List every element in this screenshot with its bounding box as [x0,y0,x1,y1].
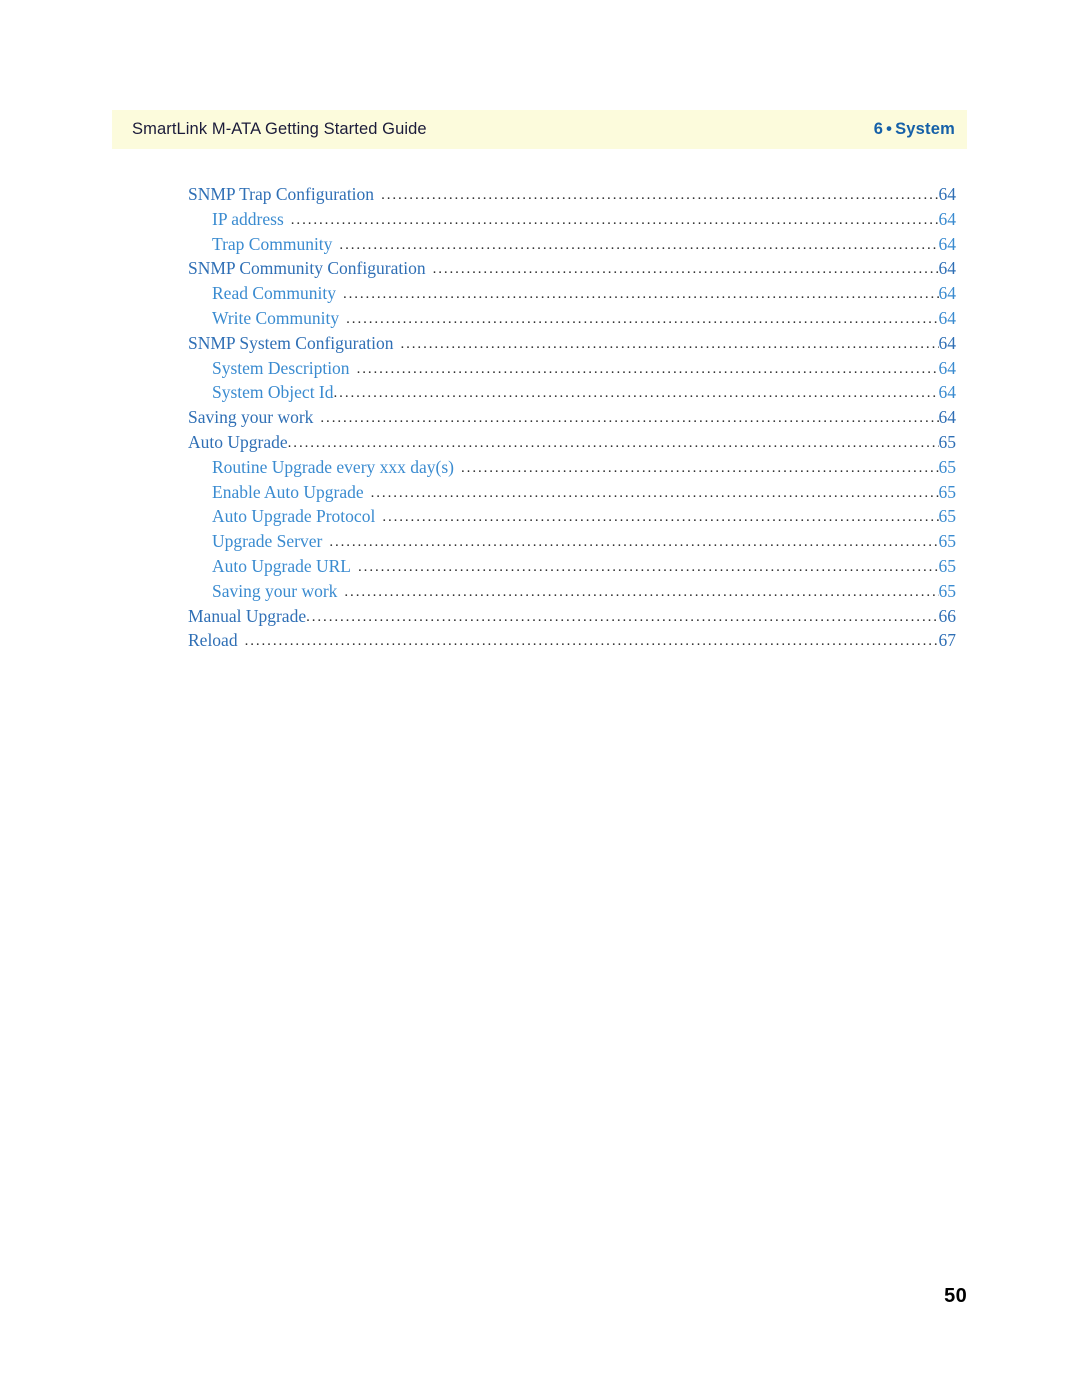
toc-dot-leader [291,214,939,230]
toc-entry[interactable]: Upgrade Server 65 [212,531,956,556]
toc-entry[interactable]: Saving your work 65 [212,581,956,606]
toc-entry[interactable]: Auto Upgrade URL 65 [212,556,956,581]
toc-entry-label: Reload [188,630,238,651]
toc-entry[interactable]: Enable Auto Upgrade 65 [212,482,956,507]
toc-entry-label: SNMP Trap Configuration [188,184,375,204]
toc-entry[interactable]: IP address 64 [212,209,956,234]
toc-dot-leader [433,263,939,279]
toc-dot-leader [400,338,938,354]
toc-dot-leader [288,437,939,453]
toc-entry-label: System Object Id [212,382,334,403]
toc-dot-leader [381,189,938,205]
toc-entry-page-number: 65 [938,456,957,477]
toc-entry-page-number: 67 [938,630,957,651]
toc-dot-leader [329,536,938,552]
toc-dot-leader [382,511,938,527]
toc-entry-page-number: 64 [938,283,957,304]
toc-entry-page-number: 65 [938,431,957,452]
chapter-name: System [895,120,955,138]
table-of-contents: SNMP Trap Configuration64IP address64Tra… [188,184,956,655]
toc-dot-leader [339,239,938,255]
toc-entry-page-number: 65 [938,580,957,601]
toc-entry-page-number: 66 [938,605,957,626]
toc-entry-page-number: 65 [938,531,957,552]
toc-entry-label: IP address [212,208,284,229]
toc-entry-label: SNMP Community Configuration [188,258,426,279]
toc-dot-leader [358,561,938,577]
toc-entry-page-number: 64 [938,233,957,254]
toc-entry-label: Auto Upgrade [188,431,288,452]
toc-entry-page-number: 64 [938,382,957,403]
document-title: SmartLink M-ATA Getting Started Guide [132,120,427,138]
toc-entry[interactable]: Manual Upgrade 66 [188,606,956,631]
toc-entry[interactable]: Auto Upgrade 65 [188,432,956,457]
toc-entry-page-number: 65 [938,506,957,527]
toc-entry-label: Write Community [212,307,340,328]
toc-entry-label: Upgrade Server [212,531,323,552]
toc-entry-page-number: 64 [938,258,957,279]
toc-entry-page-number: 64 [938,332,957,353]
toc-entry-page-number: 64 [938,357,957,378]
toc-entry-label: System Description [212,357,350,378]
toc-entry-label: Routine Upgrade every xxx day(s) [212,456,455,477]
toc-entry[interactable]: Auto Upgrade Protocol 65 [212,506,956,531]
toc-entry-label: Auto Upgrade URL [212,555,352,576]
toc-entry-page-number: 65 [938,555,957,576]
toc-entry[interactable]: SNMP System Configuration 64 [188,333,956,358]
toc-entry-label: Manual Upgrade [188,605,307,626]
toc-dot-leader [344,586,938,602]
toc-entry-label: Saving your work [212,580,338,601]
toc-entry-page-number: 65 [938,481,957,502]
bullet-separator-icon: • [886,120,893,138]
toc-entry-page-number: 64 [938,184,957,204]
toc-dot-leader [343,288,939,304]
toc-entry-label: Read Community [212,283,336,304]
page-number: 50 [944,1285,967,1307]
toc-dot-leader [320,412,938,428]
toc-entry-page-number: 64 [938,307,957,328]
toc-entry[interactable]: SNMP Trap Configuration 64 [188,184,956,209]
toc-entry[interactable]: System Description 64 [212,358,956,383]
toc-entry[interactable]: Reload 67 [188,630,956,655]
toc-entry-page-number: 64 [938,208,957,229]
toc-dot-leader [334,387,939,403]
toc-dot-leader [461,462,938,478]
toc-entry[interactable]: Routine Upgrade every xxx day(s) 65 [212,457,956,482]
page-header-band: SmartLink M-ATA Getting Started Guide 6 •… [112,110,967,149]
toc-dot-leader [346,313,938,329]
toc-entry[interactable]: Saving your work 64 [188,407,956,432]
toc-entry[interactable]: SNMP Community Configuration 64 [188,258,956,283]
toc-entry-label: SNMP System Configuration [188,332,394,353]
toc-entry[interactable]: Trap Community 64 [212,234,956,259]
chapter-number: 6 [873,120,884,138]
toc-entry-page-number: 64 [938,407,957,428]
toc-dot-leader [245,635,939,651]
chapter-label: 6 • System [874,120,955,139]
toc-entry[interactable]: Write Community 64 [212,308,956,333]
toc-entry[interactable]: System Object Id 64 [212,382,956,407]
toc-entry-label: Trap Community [212,233,333,254]
toc-entry-label: Saving your work [188,407,314,428]
toc-dot-leader [306,611,938,627]
toc-dot-leader [357,363,939,379]
toc-entry-label: Enable Auto Upgrade [212,481,364,502]
toc-entry-label: Auto Upgrade Protocol [212,506,376,527]
toc-entry[interactable]: Read Community 64 [212,283,956,308]
toc-dot-leader [371,487,939,503]
